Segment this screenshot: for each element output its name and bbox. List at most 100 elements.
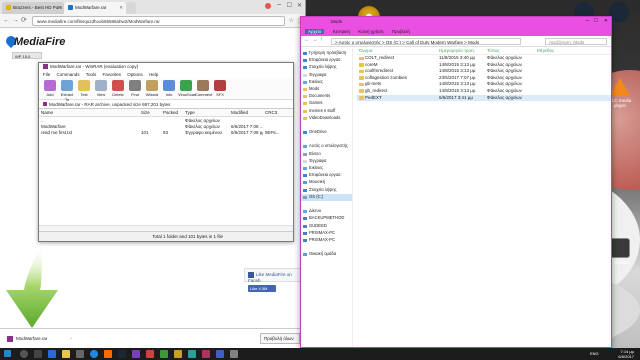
system-clock[interactable]: 7:14 μμ 6/6/2017: [618, 349, 634, 359]
nav-item[interactable]: Οικιακή ομάδα: [301, 251, 352, 258]
back-icon[interactable]: ←: [3, 17, 10, 25]
maximize-icon[interactable]: ☐: [594, 18, 598, 24]
breadcrumb[interactable]: > Αυτός ο υπολογιστής > OS (C:) > Call o…: [331, 38, 521, 45]
menu-options[interactable]: Options: [127, 72, 143, 77]
tool-view-button[interactable]: View: [93, 79, 109, 98]
nav-item[interactable]: Έγγραφα: [301, 72, 352, 79]
nav-item[interactable]: BACKUPMETHOD: [301, 215, 352, 222]
tool-extract-to-button[interactable]: Extract To: [59, 79, 75, 102]
list-item[interactable]: coreM 14/8/2015 3:13 μμ Φάκελος αρχείων: [357, 62, 611, 69]
up-icon[interactable]: ↑: [320, 37, 323, 43]
nav-item[interactable]: Εικόνες: [301, 165, 352, 172]
tab-modwarfare[interactable]: ModWarfare.rar ✕: [64, 2, 126, 14]
edge-icon[interactable]: [48, 350, 56, 358]
ribbon-tab-home[interactable]: Κεντρική: [333, 29, 350, 34]
menu-commands[interactable]: Commands: [57, 72, 80, 77]
column-size[interactable]: Size: [139, 109, 161, 116]
column-crc[interactable]: CRC3: [263, 109, 293, 116]
mediafire-logo[interactable]: MediaFire: [14, 36, 65, 48]
nav-item[interactable]: Documents: [301, 93, 352, 100]
task-view-icon[interactable]: [34, 350, 42, 358]
app-taskbar-icon[interactable]: [202, 350, 210, 358]
reload-icon[interactable]: ⟳: [21, 17, 27, 25]
nav-item[interactable]: Βίντεο: [301, 151, 352, 158]
facebook-like-button[interactable]: Like 4.5M: [248, 285, 276, 292]
column-name[interactable]: Όνομα: [357, 48, 437, 54]
download-item[interactable]: ModWarfare.rar ^: [4, 333, 74, 345]
app-taskbar-icon[interactable]: [188, 350, 196, 358]
close-window-icon[interactable]: ✕: [604, 18, 608, 24]
close-icon[interactable]: ✕: [57, 5, 61, 11]
firefox-icon[interactable]: [104, 350, 112, 358]
column-type[interactable]: Τύπος: [485, 48, 535, 54]
nav-item[interactable]: Mods: [301, 86, 352, 93]
steam-taskbar-icon[interactable]: [118, 350, 126, 358]
app-taskbar-icon[interactable]: [174, 350, 182, 358]
nav-item[interactable]: GUDEED: [301, 223, 352, 230]
file-explorer-icon[interactable]: [62, 350, 70, 358]
forward-icon[interactable]: →: [312, 37, 318, 43]
new-tab-button[interactable]: [126, 2, 136, 14]
nav-item[interactable]: Στοιχεία λήψης: [301, 64, 352, 71]
menu-help[interactable]: Help: [149, 72, 158, 77]
ribbon-tab-file[interactable]: Αρχείο: [305, 29, 325, 34]
tool-delete-button[interactable]: Delete: [110, 79, 126, 98]
nav-item[interactable]: Επιφάνεια εργασ.: [301, 57, 352, 64]
winrar-taskbar-icon[interactable]: [132, 350, 140, 358]
app-taskbar-icon[interactable]: [160, 350, 168, 358]
app-taskbar-icon[interactable]: [230, 350, 238, 358]
list-item[interactable]: coolfmredirect 14/8/2015 3:13 μμ Φάκελος α…: [357, 68, 611, 75]
ribbon-tab-view[interactable]: Προβολή: [392, 29, 410, 34]
nav-item[interactable]: Στοιχεία λήψης: [301, 187, 352, 194]
nav-item[interactable]: Έγγραφα: [301, 158, 352, 165]
tool-info-button[interactable]: Info: [161, 79, 177, 98]
column-size[interactable]: Μέγεθος: [535, 48, 611, 54]
tool-sfx-button[interactable]: SFX: [212, 79, 228, 98]
list-item[interactable]: gb_redirect 14/8/2015 3:13 μμ Φάκελος αρχε…: [357, 88, 611, 95]
column-date[interactable]: Ημερομηνία τροπ.: [437, 48, 485, 54]
nav-item[interactable]: Αυτός ο υπολογιστής: [301, 143, 352, 150]
tab-brazzers[interactable]: Brazzers - Best HD Porn ✕: [2, 2, 64, 14]
nav-item[interactable]: VideoDownloads: [301, 115, 352, 122]
app-taskbar-icon[interactable]: [146, 350, 154, 358]
column-name[interactable]: Name: [39, 109, 139, 116]
nav-item[interactable]: OneDrive: [301, 129, 352, 136]
column-modified[interactable]: Modified: [229, 109, 263, 116]
table-row[interactable]: read me first.txt 101 93 Έγγραφο κειμένου 6/…: [39, 129, 293, 135]
profile-icon[interactable]: [265, 3, 271, 9]
list-item[interactable]: gb-mets 14/8/2015 3:13 μμ Φάκελος αρχείων: [357, 81, 611, 88]
tool-test-button[interactable]: Test: [76, 79, 92, 98]
nav-item[interactable]: PRISMAX-PC: [301, 230, 352, 237]
maximize-icon[interactable]: ☐: [287, 2, 292, 9]
chevron-up-icon[interactable]: ^: [70, 336, 72, 341]
ribbon-tab-share[interactable]: Κοινή χρήση: [358, 29, 383, 34]
menu-file[interactable]: File: [43, 72, 50, 77]
forward-icon[interactable]: →: [12, 17, 19, 25]
tool-comment-button[interactable]: Comment: [195, 79, 212, 98]
back-icon[interactable]: ←: [304, 37, 310, 43]
start-windows-icon[interactable]: [4, 350, 11, 357]
tool-wizard-button[interactable]: Wizard: [144, 79, 160, 98]
tool-virusscan-button[interactable]: VirusScan: [178, 79, 196, 98]
minimize-icon[interactable]: –: [586, 18, 589, 24]
list-item[interactable]: coflagestion zombies 23/5/2017 7:07 μμ Φάκ…: [357, 75, 611, 82]
nav-item[interactable]: Επιφάνεια εργασ.: [301, 172, 352, 179]
column-type[interactable]: Type: [183, 109, 229, 116]
nav-item[interactable]: PRISMAX-PC: [301, 237, 352, 244]
nav-item[interactable]: Εικόνες: [301, 79, 352, 86]
list-item[interactable]: COLT_redirect 11/8/2015 3:40 μμ Φάκελος αρ…: [357, 55, 611, 62]
facebook-widget[interactable]: Like MediaFire on Faceb: [244, 268, 304, 283]
nav-item[interactable]: Games: [301, 100, 352, 107]
show-all-downloads-button[interactable]: Προβολή όλων: [260, 333, 300, 344]
archive-path-bar[interactable]: ModWarfare.rar - RAR archive, unpacked s…: [39, 100, 293, 109]
column-packed[interactable]: Packed: [161, 109, 183, 116]
nav-item[interactable]: Δίκτυο: [301, 208, 352, 215]
nav-item[interactable]: memes n stuff: [301, 108, 352, 115]
url-input[interactable]: www.mediafire.com/file/quzdhoob65586ahw2…: [32, 16, 285, 26]
app-taskbar-icon[interactable]: [216, 350, 224, 358]
tool-add-button[interactable]: Add: [42, 79, 58, 98]
bookmark-star-icon[interactable]: ☆: [289, 17, 294, 25]
nav-item[interactable]: Μουσική: [301, 179, 352, 186]
menu-tools[interactable]: Tools: [86, 72, 97, 77]
list-item[interactable]: PedEXT 6/6/2017 3:41 μμ Φάκελος αρχείων: [357, 94, 611, 102]
